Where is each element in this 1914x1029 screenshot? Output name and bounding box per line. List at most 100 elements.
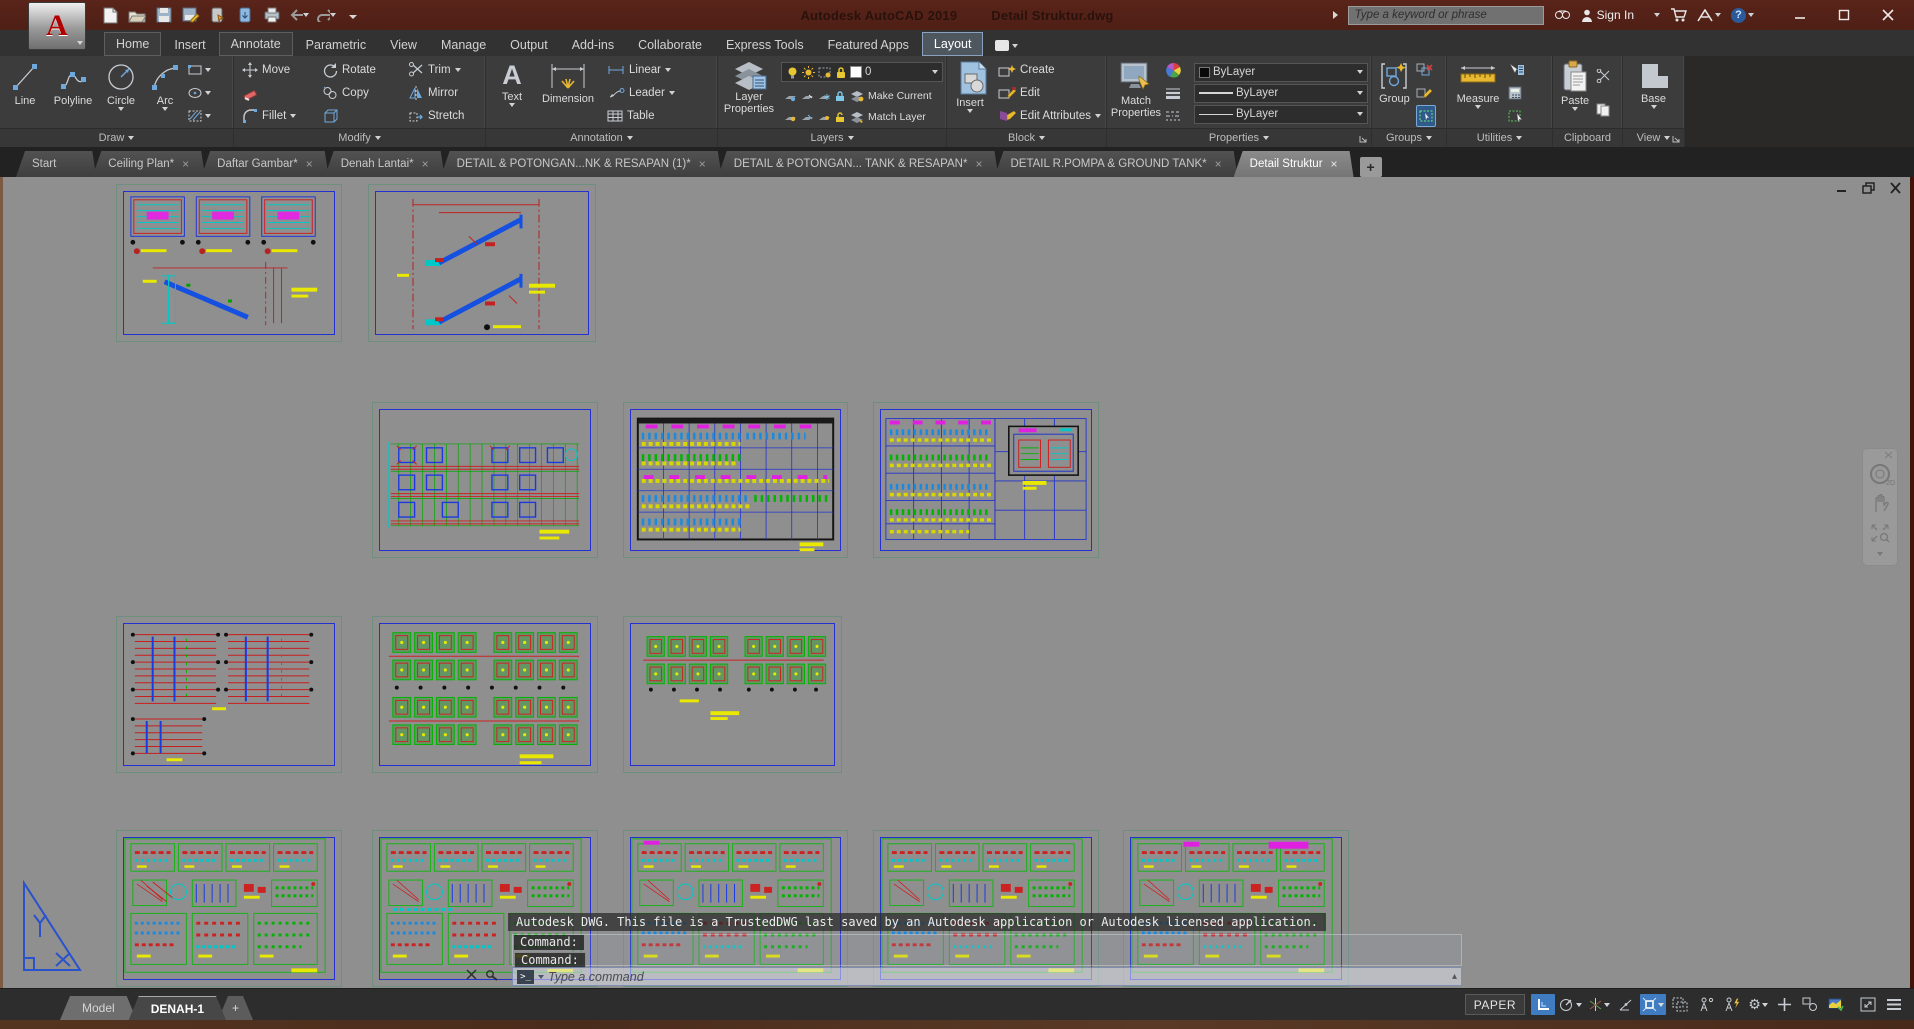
tab-view[interactable]: View (379, 34, 428, 56)
save-as-button[interactable] (181, 5, 201, 25)
group-button[interactable]: Group (1375, 58, 1414, 128)
search-collapse-icon[interactable] (1333, 11, 1338, 19)
linetype-dropdown[interactable]: ByLayer (1194, 105, 1368, 124)
search-input[interactable] (1348, 6, 1544, 25)
annotation-visibility-toggle[interactable] (1694, 994, 1718, 1015)
clean-screen-button[interactable] (1856, 994, 1880, 1015)
paste-button[interactable]: Paste (1556, 58, 1594, 128)
linear-dimension-button[interactable]: Linear (605, 63, 713, 77)
file-tab-close-icon[interactable]: × (182, 157, 189, 171)
lineweight-list-icon[interactable] (1165, 82, 1191, 104)
file-tab-daftar-gambar[interactable]: Daftar Gambar*× (201, 151, 329, 177)
object-snap-tracking-toggle[interactable] (1614, 994, 1638, 1015)
mirror-button[interactable]: Mirror (406, 81, 484, 104)
panel-utilities-footer[interactable]: Utilities (1447, 128, 1552, 147)
circle-button[interactable]: Circle (99, 58, 143, 128)
paper-space-button[interactable]: PAPER (1465, 994, 1525, 1015)
edit-attributes-button[interactable]: Edit Attributes (996, 108, 1103, 123)
tab-parametric[interactable]: Parametric (295, 34, 377, 56)
command-close-icon[interactable] (466, 969, 477, 980)
doc-close-button[interactable] (1889, 182, 1902, 194)
file-tab-detail-rpompa[interactable]: DETAIL R.POMPA & GROUND TANK*× (994, 151, 1237, 177)
navigation-wheel-icon[interactable]: 2D (1869, 463, 1891, 485)
object-color-dropdown[interactable]: ByLayer (1194, 63, 1368, 82)
navigation-bar[interactable]: 2D (1862, 448, 1898, 566)
panel-annotation-footer[interactable]: Annotation (486, 128, 717, 147)
layer-properties-button[interactable]: Layer Properties (721, 58, 777, 128)
color-wheel-icon[interactable] (1165, 59, 1191, 81)
model-tab[interactable]: Model (60, 996, 137, 1020)
panel-groups-footer[interactable]: Groups (1372, 128, 1446, 147)
stretch-button[interactable]: Stretch (406, 104, 484, 127)
open-file-button[interactable] (127, 5, 147, 25)
file-tab-start[interactable]: Start (16, 151, 96, 177)
match-layer-label[interactable]: Match Layer (868, 111, 926, 123)
application-menu-button[interactable]: A (28, 2, 86, 50)
panel-block-footer[interactable]: Block (947, 128, 1106, 147)
panel-properties-footer[interactable]: Properties (1107, 128, 1371, 147)
pan-hand-icon[interactable] (1870, 494, 1890, 514)
plot-button[interactable] (262, 5, 282, 25)
minimize-button[interactable] (1778, 2, 1822, 28)
match-properties-button[interactable]: Match Properties (1110, 58, 1162, 128)
copy-button[interactable]: Copy (320, 81, 406, 104)
drawing-viewport[interactable]: 2D Autodesk DWG. This file is a TrustedD… (0, 177, 1914, 988)
polar-tracking-toggle[interactable] (1557, 994, 1584, 1015)
file-tab-denah-lantai[interactable]: Denah Lantai*× (325, 151, 445, 177)
object-snap-toggle[interactable] (1640, 994, 1666, 1015)
table-button[interactable]: Table (605, 109, 713, 123)
doc-minimize-button[interactable] (1835, 182, 1848, 194)
annotation-autoscale-toggle[interactable] (1720, 994, 1744, 1015)
save-to-mobile-button[interactable] (208, 5, 228, 25)
command-input[interactable] (548, 970, 1448, 984)
command-customize-icon[interactable] (485, 969, 498, 981)
save-button[interactable] (154, 5, 174, 25)
file-tab-close-icon[interactable]: × (699, 157, 706, 171)
close-button[interactable] (1866, 2, 1910, 28)
id-point-button[interactable] (1508, 105, 1538, 127)
rectangle-tool-button[interactable] (187, 59, 221, 81)
search-icon[interactable] (1554, 9, 1571, 22)
file-tab-ceiling-plan[interactable]: Ceiling Plan*× (92, 151, 205, 177)
isolate-objects-button[interactable] (1798, 994, 1822, 1015)
layout-tab-denah-1[interactable]: DENAH-1 (129, 996, 226, 1020)
file-tab-close-icon[interactable]: × (306, 157, 313, 171)
create-block-button[interactable]: Create (996, 63, 1103, 78)
arc-button[interactable]: Arc (143, 58, 187, 128)
panel-draw-footer[interactable]: Draw (0, 128, 233, 147)
erase-button[interactable] (240, 81, 320, 104)
line-button[interactable]: Line (3, 58, 47, 128)
new-file-button[interactable] (100, 5, 120, 25)
snap-mode-toggle[interactable] (1531, 994, 1555, 1015)
tab-collaborate[interactable]: Collaborate (627, 34, 713, 56)
move-button[interactable]: Move (240, 58, 320, 81)
tab-manage[interactable]: Manage (430, 34, 497, 56)
tab-add-ins[interactable]: Add-ins (561, 34, 625, 56)
workspace-switching-button[interactable]: ⚙ (1746, 994, 1770, 1015)
help-button[interactable]: ? (1731, 8, 1754, 23)
quick-calc-button[interactable] (1508, 82, 1538, 104)
tab-featured-apps[interactable]: Featured Apps (817, 34, 920, 56)
customization-menu-button[interactable] (1882, 994, 1906, 1015)
tab-output[interactable]: Output (499, 34, 559, 56)
doc-restore-button[interactable] (1862, 182, 1875, 194)
properties-dialog-launcher-icon[interactable] (1359, 135, 1367, 143)
app-store-cart-icon[interactable] (1670, 8, 1687, 22)
file-tab-close-icon[interactable]: × (422, 157, 429, 171)
make-current-label[interactable]: Make Current (868, 90, 932, 102)
leader-button[interactable]: Leader (605, 86, 713, 100)
open-from-mobile-button[interactable] (235, 5, 255, 25)
hatch-tool-button[interactable] (187, 105, 221, 127)
base-button[interactable]: Base (1631, 58, 1677, 128)
dimension-button[interactable]: Dimension (537, 58, 599, 128)
layer-dropdown[interactable]: 0 (781, 62, 943, 82)
isometric-drafting-toggle[interactable] (1586, 994, 1612, 1015)
autodesk-app-icon[interactable] (1697, 9, 1721, 22)
group-selection-toggle[interactable] (1416, 105, 1436, 127)
tab-layout[interactable]: Layout (922, 32, 984, 56)
sign-in-button[interactable]: Sign In (1581, 8, 1660, 22)
panel-modify-footer[interactable]: Modify (234, 128, 485, 147)
file-tab-close-icon[interactable]: × (1331, 157, 1338, 171)
panel-clipboard-footer[interactable]: Clipboard (1553, 128, 1622, 147)
graphics-performance-button[interactable] (1824, 994, 1848, 1015)
